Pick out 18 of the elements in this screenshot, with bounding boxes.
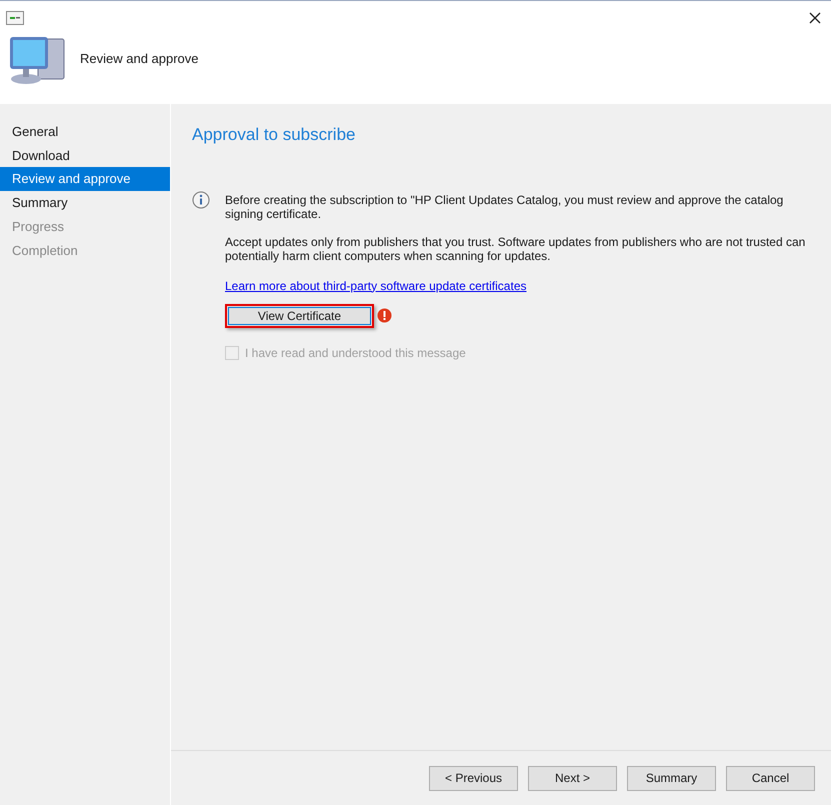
sidebar-item[interactable]: Review and approve <box>0 167 170 192</box>
header-title: Review and approve <box>80 50 199 68</box>
wizard-button[interactable]: Cancel <box>726 766 815 790</box>
sidebar-item[interactable]: General <box>0 120 170 144</box>
wizard-button[interactable]: Summary <box>627 766 716 790</box>
view-certificate-button[interactable]: View Certificate <box>225 304 374 328</box>
wizard-button[interactable]: Next > <box>528 766 617 790</box>
info-icon <box>192 190 210 208</box>
certificates-link[interactable]: Learn more about third-party software update certificates <box>225 276 526 294</box>
page-heading: Approval to subscribe <box>192 124 356 146</box>
sidebar-item[interactable]: Download <box>0 144 170 168</box>
info-text: Before creating the subscription to "HP Client Updates Catalog, you must review and approve the catalog signing certificate. <box>225 192 784 220</box>
confirm-label: I have read and understood this message <box>245 344 466 362</box>
window-icon <box>6 11 24 25</box>
sidebar-item[interactable]: Summary <box>0 191 170 215</box>
close-icon[interactable] <box>809 12 821 24</box>
wizard-button[interactable]: < Previous <box>429 766 518 790</box>
warning-text: Accept updates only from publishers that you trust. Software updates from publishers who are not trusted can potentially harm client computers when scanning for updates. <box>225 234 806 262</box>
